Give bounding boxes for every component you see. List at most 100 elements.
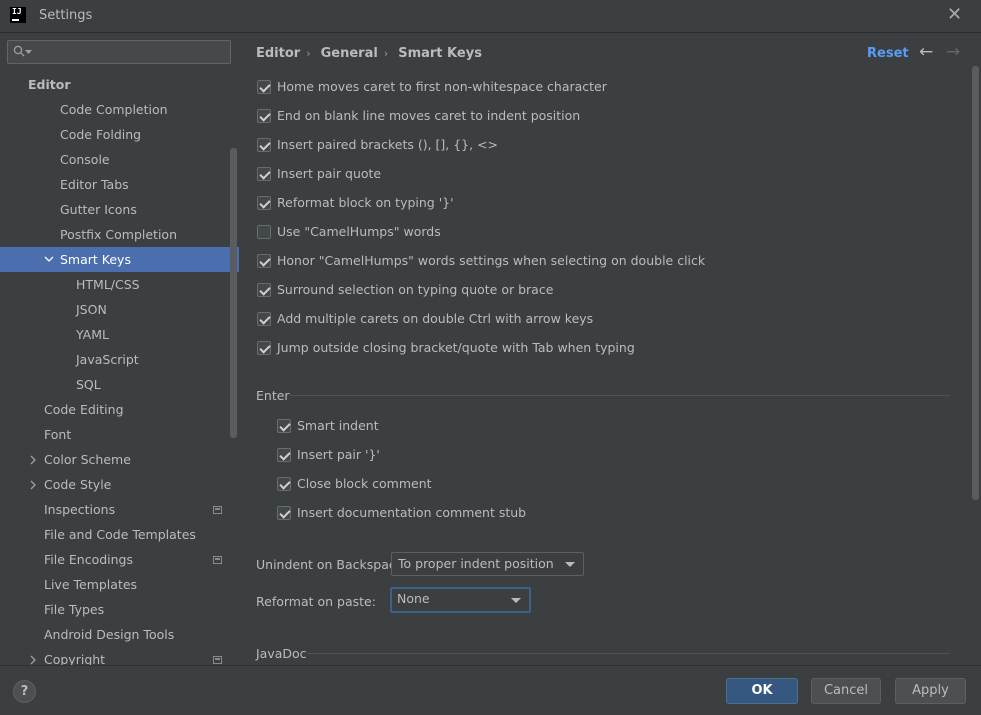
chevron-down-icon <box>565 562 575 567</box>
breadcrumb: Editor › General › Smart Keys <box>256 46 488 61</box>
tree-item-label: Code Folding <box>60 127 142 142</box>
content-scrollbar[interactable] <box>972 66 979 500</box>
chevron-right-icon[interactable] <box>30 655 37 665</box>
tree-item-inspections[interactable]: Inspections <box>0 497 239 522</box>
tree-item-code-editing[interactable]: Code Editing <box>0 397 239 422</box>
checkbox[interactable] <box>257 196 271 210</box>
project-level-icon <box>213 556 222 564</box>
tree-item-label: Code Style <box>44 477 112 492</box>
chevron-down-icon[interactable] <box>44 256 54 263</box>
unindent-value: To proper indent position <box>398 556 554 571</box>
tree-item-editor-tabs[interactable]: Editor Tabs <box>0 172 239 197</box>
tree-item-code-completion[interactable]: Code Completion <box>0 97 239 122</box>
checkbox[interactable] <box>277 448 291 462</box>
tree-item-code-style[interactable]: Code Style <box>0 472 239 497</box>
reformat-value: None <box>397 591 430 606</box>
tree-item-javascript[interactable]: JavaScript <box>0 347 239 372</box>
option-label: End on blank line moves caret to indent … <box>277 108 581 123</box>
sidebar-scrollbar[interactable] <box>230 148 237 438</box>
tree-item-live-templates[interactable]: Live Templates <box>0 572 239 597</box>
cancel-button[interactable]: Cancel <box>811 678 881 704</box>
reformat-select[interactable]: None <box>390 587 531 613</box>
tree-item-label: File and Code Templates <box>44 527 196 542</box>
back-arrow-icon[interactable]: ← <box>919 42 933 62</box>
tree-item-label: Postfix Completion <box>60 227 177 242</box>
tree-item-android-design-tools[interactable]: Android Design Tools <box>0 622 239 647</box>
tree-item-label: HTML/CSS <box>76 277 140 292</box>
tree-item-code-folding[interactable]: Code Folding <box>0 122 239 147</box>
checkbox[interactable] <box>257 225 271 239</box>
apply-button[interactable]: Apply <box>895 678 966 704</box>
checkbox[interactable] <box>257 312 271 326</box>
tree-item-json[interactable]: JSON <box>0 297 239 322</box>
checkbox[interactable] <box>277 506 291 520</box>
checkbox[interactable] <box>257 109 271 123</box>
checkbox[interactable] <box>277 419 291 433</box>
checkbox[interactable] <box>257 341 271 355</box>
chevron-right-icon[interactable] <box>30 455 37 465</box>
search-icon <box>13 45 25 57</box>
chevron-right-icon[interactable] <box>30 480 37 490</box>
checkbox[interactable] <box>257 283 271 297</box>
window-title: Settings <box>39 8 93 23</box>
tree-item-color-scheme[interactable]: Color Scheme <box>0 447 239 472</box>
option-label: Honor "CamelHumps" words settings when s… <box>277 253 706 268</box>
tree-item-label: Editor Tabs <box>60 177 129 192</box>
tree-item-label: Inspections <box>44 502 116 517</box>
option-label: Smart indent <box>297 418 379 433</box>
project-level-icon <box>213 656 222 664</box>
tree-item-label: File Types <box>44 602 105 617</box>
title-bar: IJ Settings ✕ <box>0 0 981 33</box>
section-divider <box>290 395 950 396</box>
close-icon[interactable]: ✕ <box>947 4 962 25</box>
tree-item-file-and-code-templates[interactable]: File and Code Templates <box>0 522 239 547</box>
section-title-javadoc: JavaDoc <box>256 646 307 661</box>
checkbox[interactable] <box>257 167 271 181</box>
option-label: Jump outside closing bracket/quote with … <box>277 340 635 355</box>
forward-arrow-icon[interactable]: → <box>946 42 960 62</box>
smart-keys-panel: Editor › General › Smart Keys Reset ← → Home… <box>240 34 981 665</box>
option-label: Insert documentation comment stub <box>297 505 527 520</box>
tree-item-smart-keys[interactable]: Smart Keys <box>0 247 239 272</box>
settings-tree: Editor Code Completion Code Folding Cons… <box>0 72 239 665</box>
tree-item-label: File Encodings <box>44 552 134 567</box>
option-label: Insert paired brackets (), [], {}, <> <box>277 137 499 152</box>
tree-item-console[interactable]: Console <box>0 147 239 172</box>
dialog-footer: ? OK Cancel Apply <box>0 665 981 715</box>
unindent-label: Unindent on Backspace: <box>256 557 408 572</box>
search-dropdown-icon <box>25 50 32 54</box>
tree-item-postfix-completion[interactable]: Postfix Completion <box>0 222 239 247</box>
intellij-logo-icon: IJ <box>10 7 26 23</box>
checkbox[interactable] <box>257 254 271 268</box>
tree-item-label: Smart Keys <box>60 252 131 267</box>
search-input[interactable] <box>7 40 231 64</box>
settings-sidebar: Editor Code Completion Code Folding Cons… <box>0 34 239 665</box>
unindent-select[interactable]: To proper indent position <box>391 552 584 576</box>
tree-item-label: Code Completion <box>60 102 168 117</box>
breadcrumb-editor[interactable]: Editor <box>256 46 300 61</box>
checkbox[interactable] <box>277 477 291 491</box>
tree-item-label: JavaScript <box>76 352 139 367</box>
tree-item-sql[interactable]: SQL <box>0 372 239 397</box>
option-label: Reformat block on typing '}' <box>277 195 454 210</box>
reset-link[interactable]: Reset <box>867 46 909 61</box>
tree-item-file-types[interactable]: File Types <box>0 597 239 622</box>
tree-item-font[interactable]: Font <box>0 422 239 447</box>
tree-item-label: YAML <box>76 327 109 342</box>
ok-button[interactable]: OK <box>726 678 798 704</box>
tree-item-file-encodings[interactable]: File Encodings <box>0 547 239 572</box>
tree-item-label: Console <box>60 152 110 167</box>
tree-item-copyright[interactable]: Copyright <box>0 647 239 665</box>
tree-item-editor[interactable]: Editor <box>0 72 239 97</box>
option-label: Close block comment <box>297 476 432 491</box>
tree-item-label: Gutter Icons <box>60 202 137 217</box>
help-button[interactable]: ? <box>13 680 36 703</box>
checkbox[interactable] <box>257 80 271 94</box>
tree-item-gutter-icons[interactable]: Gutter Icons <box>0 197 239 222</box>
chevron-down-icon <box>511 598 521 603</box>
breadcrumb-general[interactable]: General <box>321 46 378 61</box>
tree-item-html-css[interactable]: HTML/CSS <box>0 272 239 297</box>
reformat-label: Reformat on paste: <box>256 594 376 609</box>
checkbox[interactable] <box>257 138 271 152</box>
tree-item-yaml[interactable]: YAML <box>0 322 239 347</box>
